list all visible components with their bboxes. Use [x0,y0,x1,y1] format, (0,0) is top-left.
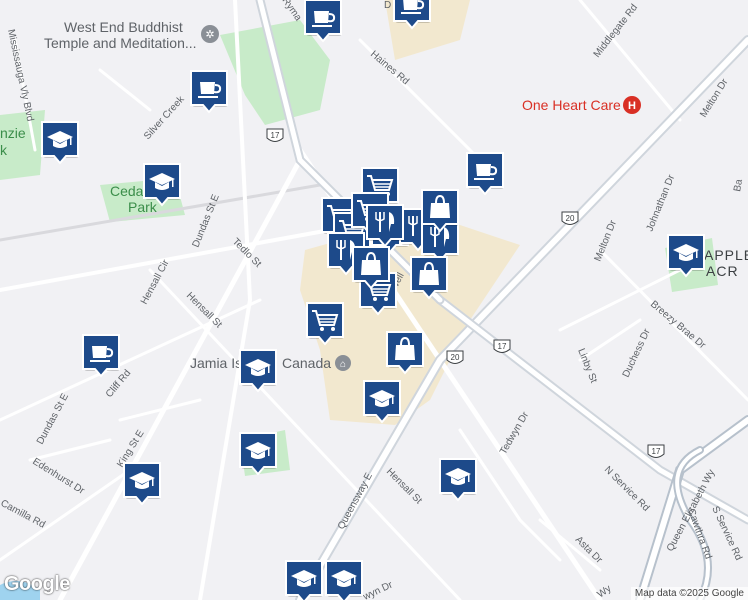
street-label: Tedwyn Dr [498,410,531,457]
place-label-buddhist-temple-line2: Temple and Meditation... [44,35,197,51]
svg-text:H: H [628,100,636,112]
place-label-jamia-islamic: Jamia Is [190,355,242,371]
poi-marker-restaurant[interactable] [366,204,404,248]
street-label: D [384,0,391,11]
hwy-shield: 17 [647,444,665,458]
street-label: Duchess Dr [621,327,653,380]
poi-marker-cafe[interactable] [304,0,342,43]
poi-marker-shopping[interactable] [421,189,459,233]
poi-marker-cafe[interactable] [82,334,120,378]
poi-marker-school[interactable] [667,234,705,278]
poi-marker-school[interactable] [41,121,79,165]
svg-text:20: 20 [451,353,460,362]
street-label: Linby St [575,347,599,385]
street-label: Ryma [280,0,304,23]
poi-marker-shopping[interactable] [352,246,390,290]
street-label: Edenhurst Dr [30,456,86,497]
street-label: Ba [732,178,745,192]
google-logo: Google [4,573,70,595]
street-label: Mississauga Vly Blvd [5,28,35,122]
map-attribution[interactable]: Map data ©2025 Google [630,587,748,600]
poi-marker-school[interactable] [143,163,181,207]
poi-marker-school[interactable] [285,560,323,600]
poi-marker-school[interactable] [439,458,477,502]
street-label: N Service Rd [602,464,651,513]
street-label: Middlegate Rd [592,2,640,60]
marker-pin[interactable] [306,302,344,346]
place-label-applewood: APPLE [704,247,748,263]
hwy-shield: 17 [493,339,511,353]
temple-icon: ✲ [201,25,219,43]
street-label: Johnathan Dr [645,173,678,233]
place-label-jamia-islamic-line2: Canada [282,355,331,371]
street-label: Dundas St E [191,193,222,249]
place-label-cedar-park-line2: Park [128,199,158,215]
hwy-shield: 20 [561,211,579,225]
poi-marker-school[interactable] [123,462,161,506]
hwy-shield: 20 [446,350,464,364]
street-label: Dundas St E [35,391,71,446]
street-label: Camilla Rd [0,498,47,531]
marker-pin[interactable] [366,204,404,248]
place-label-cedar-park: Ceda [110,183,144,199]
place-label-applewood-line2: ACR [706,263,739,279]
street-label: Silver Creek [142,93,187,142]
street-label: Cliff Rd [104,368,133,400]
poi-marker-school[interactable] [325,560,363,600]
place-label-mckenzie-park-line2: k [0,142,8,158]
svg-text:17: 17 [271,131,280,140]
street-label: wyn Dr [361,579,395,600]
street-label: Hensall St [384,466,424,506]
poi-marker-shopping[interactable] [410,256,448,300]
map-canvas[interactable]: Mississauga Vly Blvd Haines Rd Middlegat… [0,0,748,600]
hospital-icon[interactable]: H [623,96,641,114]
place-of-worship-icon[interactable]: ⌂ [335,355,351,371]
poi-marker-school[interactable] [239,349,277,393]
poi-marker-shopping[interactable] [386,331,424,375]
poi-marker-cafe[interactable] [190,70,228,114]
place-label-mckenzie-park: nzie [0,125,26,141]
poi-marker-school[interactable] [239,432,277,476]
place-label-buddhist-temple: West End Buddhist [64,19,183,35]
hwy-shield: 17 [266,128,284,142]
svg-text:17: 17 [652,447,661,456]
street-label: Breezy Brae Dr [648,299,708,352]
poi-marker-cafe[interactable] [466,152,504,196]
svg-text:17: 17 [498,342,507,351]
svg-text:✲: ✲ [205,29,214,41]
street-label: Cawthra Rd [685,507,713,560]
svg-text:20: 20 [566,214,575,223]
place-label-one-heart-care: One Heart Care [522,97,621,113]
poi-marker-school[interactable] [363,380,401,424]
svg-text:⌂: ⌂ [340,359,346,370]
poi-marker-grocery[interactable] [306,302,344,346]
